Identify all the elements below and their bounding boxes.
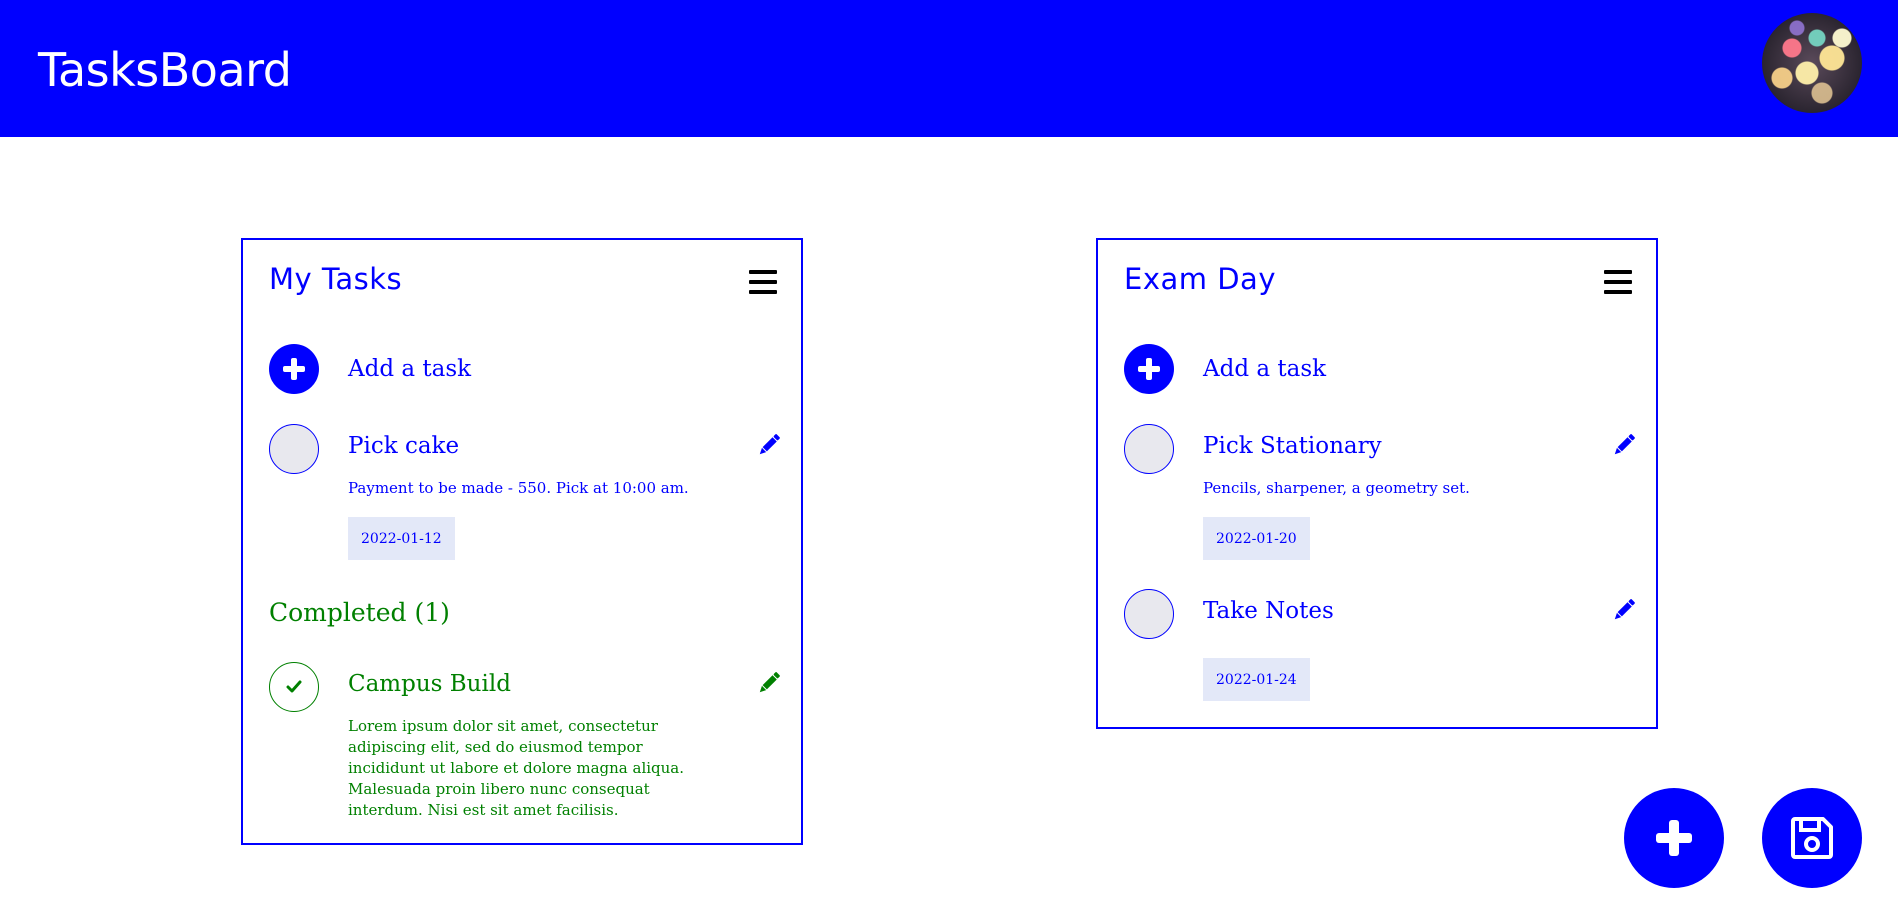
task-checkbox[interactable] — [1124, 589, 1174, 639]
task-item: Take Notes 2022-01-24 — [1124, 589, 1636, 701]
plus-icon — [1124, 344, 1174, 394]
check-icon — [286, 680, 302, 693]
task-description: Payment to be made - 550. Pick at 10:00 … — [348, 479, 689, 497]
task-title: Campus Build — [348, 671, 511, 697]
task-title: Pick Stationary — [1203, 433, 1382, 459]
hamburger-menu-icon[interactable] — [1604, 270, 1632, 294]
task-due-date: 2022-01-12 — [348, 517, 455, 560]
board-title: My Tasks — [269, 262, 403, 296]
task-description: Lorem ipsum dolor sit amet, consectetur … — [348, 717, 685, 819]
plus-icon — [269, 344, 319, 394]
task-title: Pick cake — [348, 433, 460, 459]
user-avatar[interactable] — [1762, 13, 1862, 113]
app-title: TasksBoard — [38, 43, 292, 97]
save-button[interactable] — [1762, 788, 1862, 888]
task-due-date: 2022-01-20 — [1203, 517, 1310, 560]
add-board-button[interactable] — [1624, 788, 1724, 888]
task-item: Pick cake Payment to be made - 550. Pick… — [269, 424, 781, 564]
board-my-tasks: My Tasks Add a task Pick cake Payment to… — [241, 238, 803, 845]
completed-task-item: Campus Build Lorem ipsum dolor sit amet,… — [269, 662, 781, 822]
board-title: Exam Day — [1124, 262, 1276, 296]
pencil-icon[interactable] — [1612, 433, 1636, 457]
floppy-disk-icon — [1791, 817, 1833, 859]
pencil-icon[interactable] — [757, 671, 781, 695]
add-task-button[interactable]: Add a task — [1124, 344, 1424, 394]
task-checkbox[interactable] — [269, 424, 319, 474]
task-checkbox-checked[interactable] — [269, 662, 319, 712]
task-title: Take Notes — [1203, 598, 1334, 624]
plus-icon — [1656, 820, 1692, 856]
add-task-label: Add a task — [348, 356, 472, 382]
task-item: Pick Stationary Pencils, sharpener, a ge… — [1124, 424, 1636, 564]
pencil-icon[interactable] — [757, 433, 781, 457]
add-task-button[interactable]: Add a task — [269, 344, 569, 394]
board-exam-day: Exam Day Add a task Pick Stationary Penc… — [1096, 238, 1658, 729]
completed-section-heading[interactable]: Completed (1) — [269, 598, 450, 627]
top-app-bar: TasksBoard — [0, 0, 1898, 137]
task-due-date: 2022-01-24 — [1203, 658, 1310, 701]
pencil-icon[interactable] — [1612, 598, 1636, 622]
task-checkbox[interactable] — [1124, 424, 1174, 474]
add-task-label: Add a task — [1203, 356, 1327, 382]
task-description: Pencils, sharpener, a geometry set. — [1203, 479, 1470, 497]
hamburger-menu-icon[interactable] — [749, 270, 777, 294]
